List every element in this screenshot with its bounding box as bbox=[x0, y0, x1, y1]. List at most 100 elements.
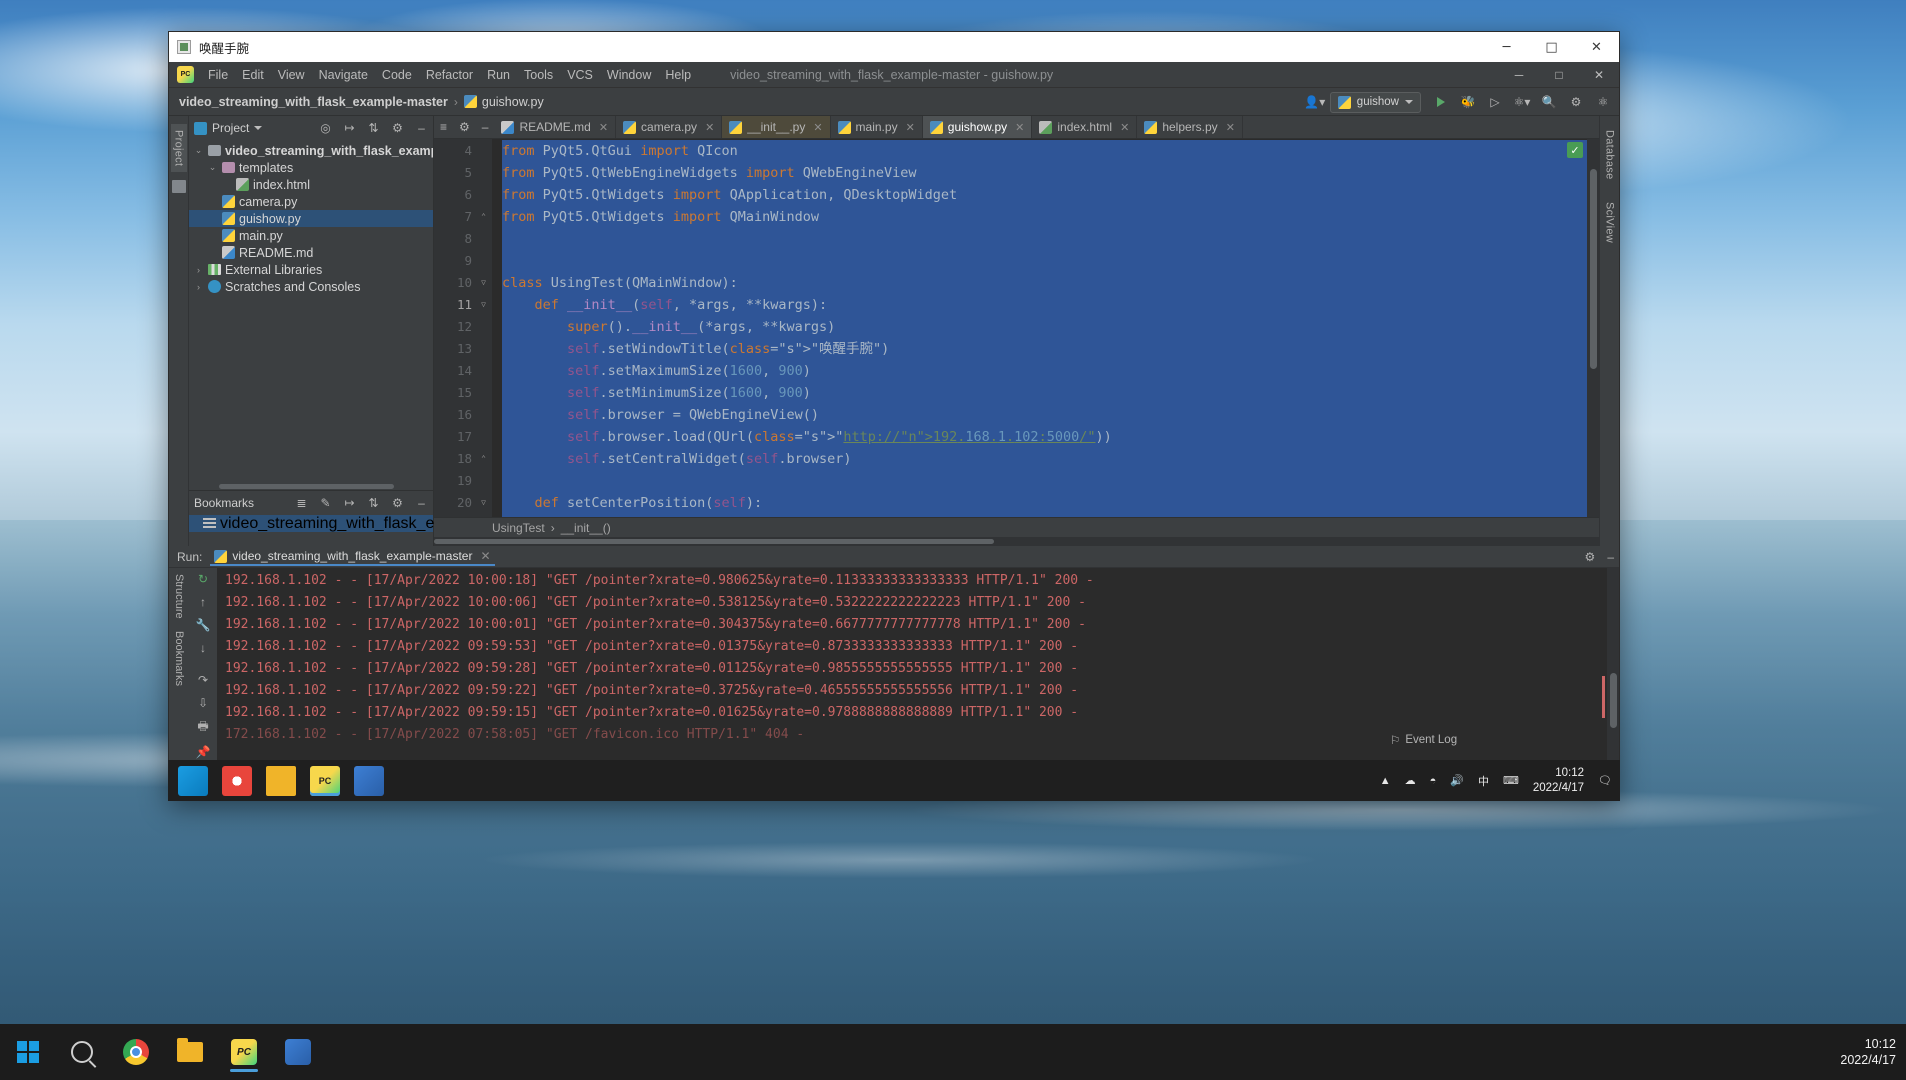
rerun-icon[interactable]: ↻ bbox=[195, 572, 212, 586]
line-number-5[interactable]: 5 bbox=[434, 162, 492, 184]
settings-icon[interactable]: ⚙ bbox=[453, 116, 476, 138]
tree-item-external-libraries[interactable]: › External Libraries bbox=[189, 261, 433, 278]
line-number-10[interactable]: 10 ▽ bbox=[434, 272, 492, 294]
editor-tab-readme-md[interactable]: README.md ✕ bbox=[494, 116, 617, 138]
line-number-16[interactable]: 16 bbox=[434, 404, 492, 426]
code-fold-icon[interactable]: ▽ bbox=[479, 278, 488, 287]
line-number-8[interactable]: 8 bbox=[434, 228, 492, 250]
line-number-14[interactable]: 14 bbox=[434, 360, 492, 382]
bookmark-item[interactable]: video_streaming_with_flask_example-ma bbox=[189, 515, 513, 532]
chrome-icon[interactable] bbox=[114, 1030, 158, 1074]
pin-icon[interactable]: 📌 bbox=[195, 745, 212, 759]
ime-indicator[interactable]: 中 bbox=[1478, 773, 1489, 789]
code-line-21[interactable]: # 获取屏幕坐标系 bbox=[502, 514, 1599, 517]
tree-item-scratches-and-consoles[interactable]: › Scratches and Consoles bbox=[189, 278, 433, 295]
code-line-8[interactable] bbox=[502, 228, 1599, 250]
code-line-18[interactable]: self.setCentralWidget(self.browser) bbox=[502, 448, 1599, 470]
chrome-icon[interactable] bbox=[222, 765, 252, 796]
line-number-13[interactable]: 13 bbox=[434, 338, 492, 360]
tree-item-templates[interactable]: ⌄ templates bbox=[189, 159, 433, 176]
window-maximize-button[interactable]: □ bbox=[1529, 32, 1574, 62]
editor-vertical-scrollbar[interactable] bbox=[1587, 139, 1599, 517]
editor-horizontal-scrollbar[interactable] bbox=[434, 537, 1599, 546]
breadcrumb-project[interactable]: video_streaming_with_flask_example-maste… bbox=[179, 95, 448, 109]
line-number-21[interactable]: 21 bbox=[434, 514, 492, 517]
rail-project-button[interactable]: Project bbox=[170, 124, 187, 173]
file-explorer-icon[interactable] bbox=[266, 765, 296, 796]
code-line-19[interactable] bbox=[502, 470, 1599, 492]
profile-icon[interactable]: ⚛▾ bbox=[1510, 91, 1534, 113]
search-icon[interactable] bbox=[60, 1030, 104, 1074]
user-icon[interactable]: 👤▾ bbox=[1303, 91, 1327, 113]
scroll-down-icon[interactable]: ↓ bbox=[195, 641, 212, 655]
line-number-6[interactable]: 6 bbox=[434, 184, 492, 206]
settings-icon[interactable]: ⚙ bbox=[1564, 91, 1588, 113]
code-editor[interactable]: 4567⌃8910▽11▽12131415161718⌃1920▽21 from… bbox=[434, 139, 1599, 517]
tree-twisty-icon[interactable]: › bbox=[193, 265, 204, 275]
editor-tab-index-html[interactable]: index.html ✕ bbox=[1032, 116, 1138, 138]
menu-refactor[interactable]: Refactor bbox=[419, 65, 480, 85]
menu-window[interactable]: Window bbox=[600, 65, 658, 85]
breadcrumb-method[interactable]: __init__() bbox=[561, 521, 611, 535]
menu-file[interactable]: File bbox=[201, 65, 235, 85]
close-icon[interactable]: ✕ bbox=[705, 121, 714, 134]
rail-structure-button[interactable]: Structure bbox=[173, 574, 185, 619]
code-line-14[interactable]: self.setMaximumSize(1600, 900) bbox=[502, 360, 1599, 382]
network-icon[interactable]: ◓ bbox=[1430, 775, 1437, 787]
inspection-status-icon[interactable]: ✓ bbox=[1567, 142, 1583, 158]
settings-icon[interactable]: ⚙ bbox=[1585, 550, 1596, 564]
tree-item-main-py[interactable]: main.py bbox=[189, 227, 433, 244]
editor-tab-helpers-py[interactable]: helpers.py ✕ bbox=[1137, 116, 1243, 138]
project-tree-hscrollbar[interactable] bbox=[189, 482, 433, 490]
hide-icon[interactable]: – bbox=[1607, 550, 1614, 564]
line-number-17[interactable]: 17 bbox=[434, 426, 492, 448]
sort-tabs-icon[interactable]: ≡ bbox=[434, 116, 453, 138]
rail-sciview-button[interactable]: SciView bbox=[1602, 196, 1618, 249]
print-icon[interactable]: 🖶 bbox=[195, 719, 212, 736]
close-icon[interactable]: ✕ bbox=[1120, 121, 1129, 134]
code-line-12[interactable]: super().__init__(*args, **kwargs) bbox=[502, 316, 1599, 338]
code-line-5[interactable]: from PyQt5.QtWebEngineWidgets import QWe… bbox=[502, 162, 1599, 184]
onedrive-icon[interactable]: ☁ bbox=[1405, 774, 1416, 787]
code-fold-icon[interactable]: ⌃ bbox=[479, 454, 488, 463]
menu-code[interactable]: Code bbox=[375, 65, 419, 85]
add-list-icon[interactable]: ≣ bbox=[294, 496, 309, 511]
ide-minimize-button[interactable]: ─ bbox=[1499, 62, 1539, 88]
volume-icon[interactable]: 🔊 bbox=[1450, 774, 1464, 787]
run-session-tab[interactable]: video_streaming_with_flask_example-maste… bbox=[210, 547, 495, 566]
settings-icon[interactable]: ⚙ bbox=[390, 496, 405, 511]
code-line-13[interactable]: self.setWindowTitle(class="s">"唤醒手腕") bbox=[502, 338, 1599, 360]
expand-icon[interactable]: ⇅ bbox=[366, 121, 381, 136]
file-explorer-icon[interactable] bbox=[168, 1030, 212, 1074]
sort-icon[interactable]: ↦ bbox=[342, 496, 357, 511]
code-line-11[interactable]: def __init__(self, *args, **kwargs): bbox=[502, 294, 1599, 316]
inner-clock[interactable]: 10:12 2022/4/17 bbox=[1533, 766, 1584, 795]
tree-item-index-html[interactable]: index.html bbox=[189, 176, 433, 193]
line-number-20[interactable]: 20 ▽ bbox=[434, 492, 492, 514]
code-line-9[interactable] bbox=[502, 250, 1599, 272]
event-log-button[interactable]: ⚐ Event Log bbox=[1390, 733, 1457, 747]
line-number-19[interactable]: 19 bbox=[434, 470, 492, 492]
tree-item-readme-md[interactable]: README.md bbox=[189, 244, 433, 261]
group-icon[interactable]: ⇅ bbox=[366, 496, 381, 511]
menu-vcs[interactable]: VCS bbox=[560, 65, 600, 85]
tree-twisty-icon[interactable]: › bbox=[193, 282, 204, 292]
tree-item-video-streaming-with-flask-example-m[interactable]: ⌄ video_streaming_with_flask_example-m bbox=[189, 142, 433, 159]
line-number-7[interactable]: 7 ⌃ bbox=[434, 206, 492, 228]
soft-wrap-icon[interactable]: ↷ bbox=[195, 673, 212, 687]
search-icon[interactable]: 🔍 bbox=[1537, 91, 1561, 113]
chevron-down-icon[interactable] bbox=[254, 126, 263, 130]
close-icon[interactable]: ✕ bbox=[599, 121, 608, 134]
line-number-15[interactable]: 15 bbox=[434, 382, 492, 404]
keyboard-icon[interactable]: ⌨ bbox=[1503, 774, 1519, 787]
chevron-up-icon[interactable]: ▲ bbox=[1380, 775, 1391, 787]
run-configuration-selector[interactable]: guishow bbox=[1329, 91, 1421, 113]
console-scrollbar[interactable] bbox=[1607, 568, 1619, 761]
close-icon[interactable]: ✕ bbox=[906, 121, 915, 134]
menu-edit[interactable]: Edit bbox=[235, 65, 271, 85]
ide-close-button[interactable]: ✕ bbox=[1579, 62, 1619, 88]
scroll-up-icon[interactable]: ↑ bbox=[195, 595, 212, 609]
code-line-6[interactable]: from PyQt5.QtWidgets import QApplication… bbox=[502, 184, 1599, 206]
menu-view[interactable]: View bbox=[271, 65, 312, 85]
editor-tab-camera-py[interactable]: camera.py ✕ bbox=[616, 116, 723, 138]
